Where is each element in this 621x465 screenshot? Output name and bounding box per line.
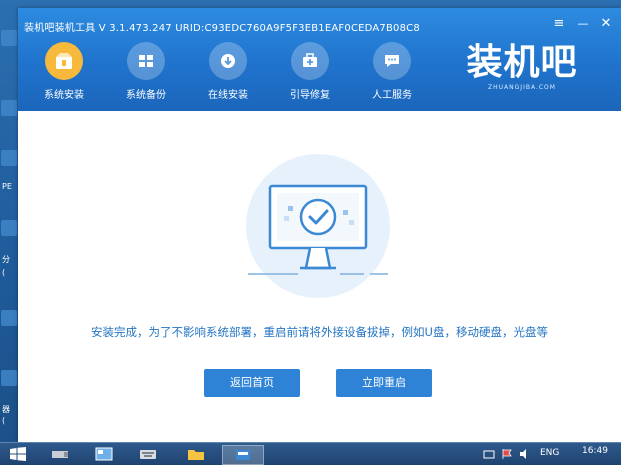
nav-label: 系统安装: [44, 90, 84, 101]
minimize-button[interactable]: —: [576, 17, 590, 31]
taskbar-app-tool[interactable]: [48, 445, 72, 463]
taskbar-app-keyboard[interactable]: [136, 445, 160, 463]
logo-subtext: ZHUANGJIBA.COM: [488, 84, 556, 91]
windows-icon: [10, 447, 26, 461]
nav-label: 系统备份: [126, 90, 166, 101]
installer-icon: [236, 450, 250, 460]
start-button[interactable]: [4, 445, 32, 463]
nav-system-backup[interactable]: 系统备份: [114, 42, 178, 101]
usb-drive-icon: [52, 451, 68, 458]
nav-system-install[interactable]: 系统安装: [32, 42, 96, 101]
completion-message: 安装完成，为了不影响系统部署，重启前请将外接设备拔掉，例如U盘，移动硬盘，光盘等: [91, 325, 548, 339]
nav-boot-repair[interactable]: 引导修复: [278, 42, 342, 101]
install-icon: [45, 42, 83, 80]
taskbar-app-explorer[interactable]: [92, 445, 116, 463]
backup-icon: [127, 42, 165, 80]
desktop-window-icon: [95, 447, 113, 461]
tray-network-icon[interactable]: [482, 445, 496, 463]
desktop-label: (: [2, 416, 6, 425]
taskbar: ENG 16:49: [0, 442, 621, 465]
download-icon: [209, 42, 247, 80]
desktop-icon[interactable]: [1, 100, 17, 116]
language-indicator[interactable]: ENG: [540, 448, 559, 458]
tray-flag-icon[interactable]: [500, 445, 514, 463]
close-button[interactable]: ✕: [599, 17, 613, 31]
desktop-label: 分: [2, 255, 10, 264]
brand-logo: 装机吧 ZHUANGJIBA.COM: [462, 42, 582, 100]
monitor-check-icon: [248, 184, 388, 275]
chat-icon: [373, 42, 411, 80]
app-window: 装机吧装机工具 V 3.1.473.247 URID:C93EDC760A9F5…: [18, 8, 621, 442]
desktop-icon[interactable]: [1, 150, 17, 166]
nav-online-install[interactable]: 在线安装: [196, 42, 260, 101]
desktop-icon[interactable]: [1, 370, 17, 386]
nav-manual-service[interactable]: 人工服务: [360, 42, 424, 101]
menu-button[interactable]: ≡: [552, 17, 566, 31]
desktop-icon[interactable]: [1, 310, 17, 326]
logo-text: 装机吧: [466, 41, 578, 83]
taskbar-app-installer[interactable]: [222, 445, 264, 465]
desktop-icon[interactable]: [1, 30, 17, 46]
taskbar-app-folder[interactable]: [184, 445, 208, 463]
restart-now-button[interactable]: 立即重启: [336, 369, 432, 397]
back-home-button[interactable]: 返回首页: [204, 369, 300, 397]
nav-label: 引导修复: [290, 90, 330, 101]
app-header: 装机吧装机工具 V 3.1.473.247 URID:C93EDC760A9F5…: [18, 8, 621, 111]
folder-icon: [188, 450, 204, 460]
window-title: 装机吧装机工具 V 3.1.473.247 URID:C93EDC760A9F5…: [24, 23, 420, 34]
keyboard-icon: [140, 450, 156, 459]
desktop-label: 器: [2, 405, 10, 414]
desktop-label: (: [2, 268, 6, 277]
desktop-icon[interactable]: [1, 220, 17, 236]
desktop-icons: PE 分 ( 器 (: [0, 0, 20, 442]
repair-icon: [291, 42, 329, 80]
desktop-label: PE: [2, 182, 12, 191]
nav-label: 人工服务: [372, 90, 412, 101]
nav-label: 在线安装: [208, 90, 248, 101]
tray-volume-icon[interactable]: [518, 445, 532, 463]
clock[interactable]: 16:49: [582, 446, 608, 456]
